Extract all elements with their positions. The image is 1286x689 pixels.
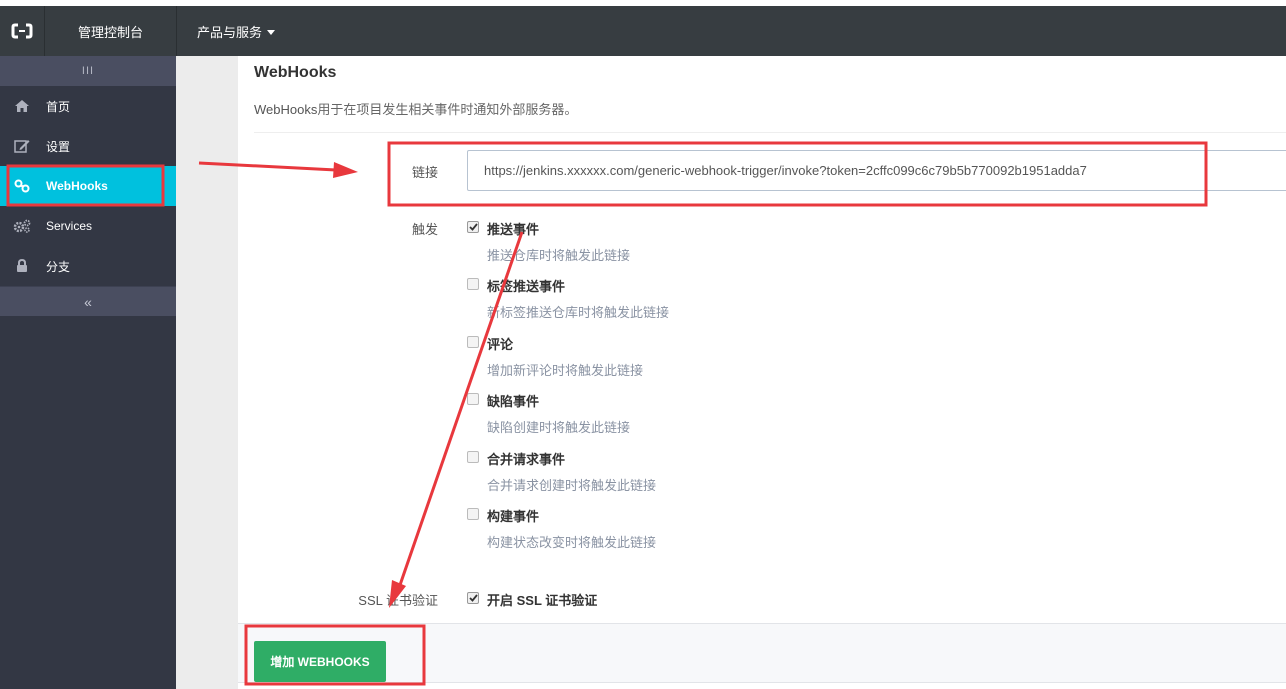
trigger-title: 推送事件 [487, 222, 540, 237]
double-chevron-left-icon: « [84, 293, 92, 310]
form-footer: 增加 WEBHOOKS [238, 623, 1286, 683]
page-description: WebHooks用于在项目发生相关事件时通知外部服务器。 [254, 99, 577, 118]
trigger-title: 评论 [487, 337, 514, 352]
description-prefix: WebHooks [254, 102, 318, 117]
caret-down-icon [267, 29, 276, 35]
build-event-checkbox[interactable] [467, 508, 479, 520]
sidebar-collapse-button[interactable]: « [0, 286, 176, 316]
edit-icon [12, 139, 32, 153]
push-event-checkbox[interactable] [467, 221, 479, 233]
add-webhook-button[interactable]: 增加 WEBHOOKS [254, 641, 386, 682]
trigger-title: 标签推送事件 [487, 279, 566, 294]
sidebar-item-services[interactable]: Services [0, 206, 176, 246]
aliyun-logo-icon[interactable] [0, 6, 45, 56]
sidebar-toggle[interactable]: III [0, 56, 176, 86]
sidebar-item-branches[interactable]: 分支 [0, 246, 176, 286]
ssl-option-label: 开启 SSL 证书验证 [487, 593, 598, 608]
top-navbar: 管理控制台 产品与服务 [0, 6, 1286, 56]
console-label: 管理控制台 [77, 24, 143, 40]
webhooks-panel: WebHooks WebHooks用于在项目发生相关事件时通知外部服务器。 链接… [238, 56, 1286, 689]
sidebar-item-label: 分支 [46, 259, 71, 274]
ssl-label: SSL 证书验证 [358, 593, 438, 608]
trigger-title: 缺陷事件 [487, 394, 540, 409]
sidebar-item-label: Services [46, 219, 93, 233]
page-title: WebHooks [254, 64, 337, 81]
console-link[interactable]: 管理控制台 [45, 6, 177, 56]
tag-push-event-checkbox[interactable] [467, 278, 479, 290]
sidebar-item-label: WebHooks [46, 179, 108, 193]
trigger-desc: 缺陷创建时将触发此链接 [487, 420, 631, 435]
content-gutter [176, 56, 238, 689]
sidebar-item-webhooks[interactable]: WebHooks [0, 166, 176, 206]
home-icon [12, 100, 32, 112]
trigger-title: 构建事件 [487, 509, 540, 524]
ssl-verify-checkbox[interactable] [467, 592, 479, 604]
sidebar: III 首页 设置 WebHooks Services 分支 « [0, 56, 176, 689]
trigger-desc: 新标签推送仓库时将触发此链接 [487, 305, 670, 320]
description-text: 用于在项目发生相关事件时通知外部服务器。 [317, 102, 578, 117]
sidebar-item-label: 设置 [46, 139, 71, 154]
issue-event-checkbox[interactable] [467, 393, 479, 405]
trigger-title: 合并请求事件 [487, 452, 566, 467]
trigger-desc: 构建状态改变时将触发此链接 [487, 535, 657, 550]
menu-bars-icon: III [81, 65, 95, 77]
url-label: 链接 [411, 165, 438, 180]
trigger-desc: 推送仓库时将触发此链接 [487, 248, 631, 263]
comment-event-checkbox[interactable] [467, 336, 479, 348]
merge-request-event-checkbox[interactable] [467, 451, 479, 463]
products-services-menu[interactable]: 产品与服务 [177, 6, 276, 56]
gears-icon [12, 219, 32, 233]
sidebar-item-settings[interactable]: 设置 [0, 126, 176, 166]
trigger-desc: 增加新评论时将触发此链接 [487, 363, 644, 378]
link-icon [12, 179, 32, 193]
lock-icon [12, 259, 32, 273]
url-input[interactable] [467, 150, 1286, 191]
sidebar-item-label: 首页 [46, 99, 71, 114]
trigger-label: 触发 [411, 222, 438, 237]
products-label: 产品与服务 [197, 24, 263, 40]
trigger-desc: 合并请求创建时将触发此链接 [487, 478, 657, 493]
divider [254, 132, 1286, 133]
sidebar-item-home[interactable]: 首页 [0, 86, 176, 126]
